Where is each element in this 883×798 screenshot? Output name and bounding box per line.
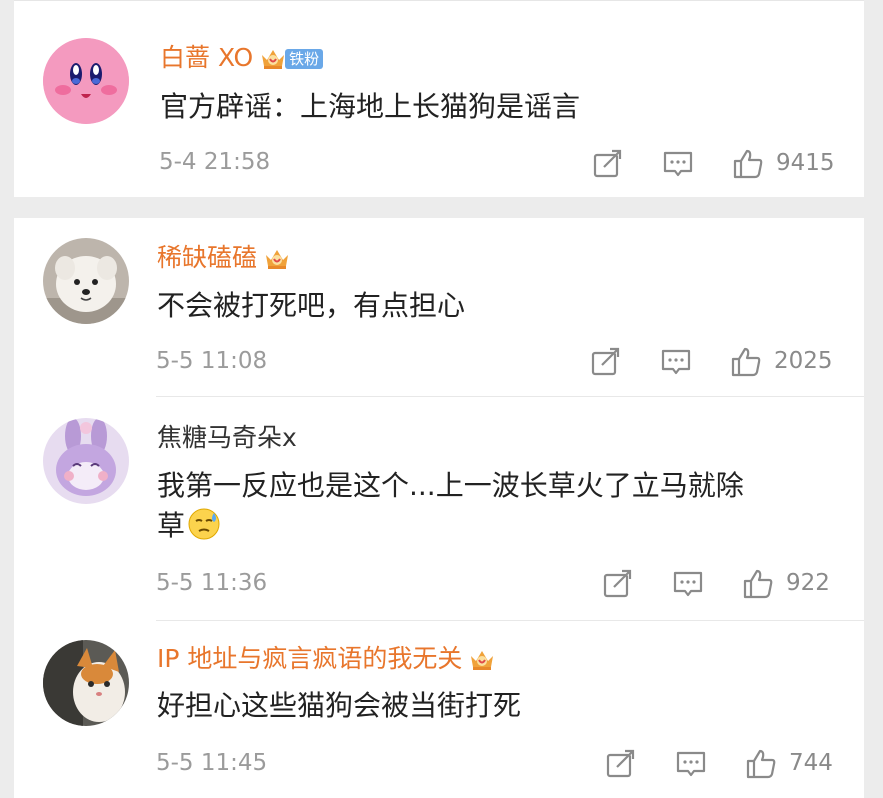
repost-icon[interactable] (592, 148, 624, 180)
comment-card: 稀缺磕磕 不会被打死吧，有点担心 5-5 11:08 2025 焦糖马奇朵x 我… (14, 218, 864, 798)
comment-actions: 2025 (590, 346, 840, 378)
comment-text-line: 草 (157, 506, 837, 552)
comment-actions: 9415 (592, 148, 842, 180)
vip-crown-icon (263, 246, 291, 272)
username-text[interactable]: 焦糖马奇朵x (157, 423, 297, 452)
comment-actions: 922 (602, 568, 842, 600)
kirby-avatar[interactable] (43, 38, 129, 124)
like-icon[interactable] (730, 346, 762, 378)
fan-tag-badge: 铁粉 (285, 49, 324, 69)
divider (156, 620, 864, 621)
username[interactable]: 稀缺磕磕 (157, 243, 291, 273)
comment-text: 好担心这些猫狗会被当街打死 (157, 689, 522, 722)
divider (156, 396, 864, 397)
cat-avatar[interactable] (43, 640, 129, 726)
repost-icon[interactable] (590, 346, 622, 378)
repost-icon[interactable] (602, 568, 634, 600)
comment-icon[interactable] (660, 346, 692, 378)
like-count: 744 (789, 750, 833, 776)
vip-crown-icon (468, 647, 496, 673)
comment-time: 5-4 21:58 (159, 149, 271, 175)
comment-icon[interactable] (662, 148, 694, 180)
vip-crown-icon (259, 46, 287, 72)
comment-time: 5-5 11:45 (156, 750, 268, 776)
like-icon[interactable] (732, 148, 764, 180)
like-count: 2025 (774, 348, 833, 374)
username[interactable]: 白蔷 XO 铁粉 (160, 43, 324, 73)
username-text[interactable]: 白蔷 XO (160, 43, 253, 72)
purple-bunny-avatar[interactable] (43, 418, 129, 504)
like-count: 922 (786, 570, 830, 596)
like-icon[interactable] (742, 568, 774, 600)
comment-text-end: 草 (157, 509, 186, 542)
comment-card: 白蔷 XO 铁粉 官方辟谣：上海地上长猫狗是谣言 5-4 21:58 9415 (14, 0, 864, 197)
sweat-emoji-icon (187, 507, 221, 552)
username[interactable]: 焦糖马奇朵x (157, 423, 297, 453)
comment-icon[interactable] (675, 748, 707, 780)
comment-text-line: 我第一反应也是这个...上一波长草火了立马就除 (157, 469, 744, 502)
like-count: 9415 (776, 150, 835, 176)
comment-icon[interactable] (672, 568, 704, 600)
comment-text: 官方辟谣：上海地上长猫狗是谣言 (160, 90, 581, 123)
comment-feed: 白蔷 XO 铁粉 官方辟谣：上海地上长猫狗是谣言 5-4 21:58 9415 … (0, 0, 883, 798)
comment-text: 不会被打死吧，有点担心 (157, 289, 466, 322)
comment-time: 5-5 11:36 (156, 570, 268, 596)
username[interactable]: IP 地址与疯言疯语的我无关 (157, 644, 496, 674)
like-icon[interactable] (745, 748, 777, 780)
comment-text: 我第一反应也是这个...上一波长草火了立马就除 草 (157, 466, 837, 552)
username-text[interactable]: IP 地址与疯言疯语的我无关 (157, 644, 462, 673)
white-dog-avatar[interactable] (43, 238, 129, 324)
username-text[interactable]: 稀缺磕磕 (157, 243, 257, 272)
comment-actions: 744 (605, 748, 845, 780)
comment-time: 5-5 11:08 (156, 348, 268, 374)
repost-icon[interactable] (605, 748, 637, 780)
